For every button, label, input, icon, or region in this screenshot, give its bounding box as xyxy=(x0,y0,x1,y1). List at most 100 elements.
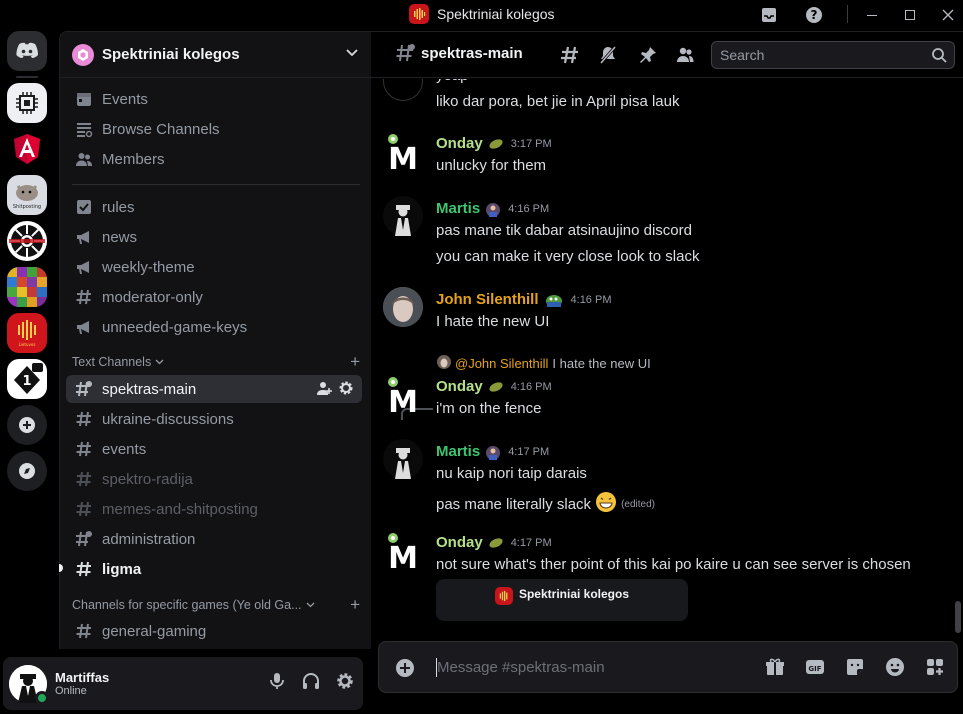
message-author[interactable]: Onday xyxy=(436,378,483,395)
home-discord-icon[interactable] xyxy=(7,31,47,71)
user-panel: Martiffas Online xyxy=(3,657,363,710)
channel-news[interactable]: news xyxy=(66,223,362,251)
svg-text:M: M xyxy=(388,385,418,414)
message-input[interactable]: Message #spektras-main xyxy=(437,659,605,676)
sidebar-divider xyxy=(72,184,360,185)
gift-icon[interactable] xyxy=(765,657,785,682)
threads-icon[interactable] xyxy=(560,45,580,70)
gear-icon[interactable] xyxy=(338,380,354,400)
hash-icon xyxy=(74,559,94,579)
channel-moderator-only[interactable]: moderator-only xyxy=(66,283,362,311)
server-empire-icon[interactable] xyxy=(7,221,47,261)
svg-text:GIF: GIF xyxy=(808,665,821,673)
channel-unneeded-game-keys[interactable]: unneeded-game-keys xyxy=(66,313,362,341)
maximize-icon[interactable] xyxy=(899,4,921,26)
category-text-channels[interactable]: Text Channels + xyxy=(72,352,360,372)
avatar[interactable] xyxy=(383,439,423,479)
svg-text:M: M xyxy=(388,142,418,171)
channel-events[interactable]: events xyxy=(66,435,362,463)
channel-general-gaming[interactable]: general-gaming xyxy=(66,617,362,645)
channel-label: moderator-only xyxy=(102,288,203,306)
avatar[interactable]: M xyxy=(383,530,423,576)
add-channel-icon[interactable]: + xyxy=(350,352,360,372)
avatar[interactable]: M xyxy=(383,131,423,177)
emoji-icon[interactable] xyxy=(885,657,905,682)
sticker-icon[interactable] xyxy=(845,657,865,682)
category-games[interactable]: Channels for specific games (Ye old Ga..… xyxy=(72,595,360,615)
invite-icon[interactable] xyxy=(316,380,332,400)
channel-label: news xyxy=(102,228,138,246)
message-header: Onday 4:17 PM xyxy=(436,534,552,551)
message-timestamp: 4:16 PM xyxy=(508,202,550,215)
headphones-icon[interactable] xyxy=(301,671,321,696)
scrollbar[interactable] xyxy=(955,601,961,633)
guild-header[interactable]: Spektriniai kolegos xyxy=(60,32,371,78)
message-author[interactable]: Onday xyxy=(436,534,483,551)
server-shitposting-icon[interactable]: Shitposting xyxy=(7,175,47,215)
channel-label: events xyxy=(102,440,147,458)
avatar[interactable]: M xyxy=(383,374,423,420)
title-separator xyxy=(847,5,848,23)
server-badge-icon[interactable]: 1 xyxy=(7,359,47,399)
user-settings-icon[interactable] xyxy=(335,671,355,696)
edited-marker: (edited) xyxy=(621,498,655,510)
inbox-icon[interactable] xyxy=(758,4,780,26)
server-angular-icon[interactable] xyxy=(7,129,47,169)
server-chip-icon[interactable] xyxy=(7,83,47,123)
pin-icon[interactable] xyxy=(638,45,658,70)
sidebar-item-members[interactable]: Members xyxy=(66,145,362,173)
avatar-badge-icon xyxy=(485,445,501,460)
chevron-down-icon xyxy=(306,598,315,612)
microphone-icon[interactable] xyxy=(267,671,287,696)
channel-administration[interactable]: administration xyxy=(66,525,362,553)
message-author[interactable]: Martis xyxy=(436,443,480,460)
channel-label: spektras-main xyxy=(102,380,197,398)
server-lietuvos-icon[interactable]: Lietuvos xyxy=(7,313,47,353)
message-author[interactable]: John Silenthill xyxy=(436,291,539,308)
channel-title: spektras-main xyxy=(421,45,523,62)
gif-icon[interactable]: GIF xyxy=(805,657,825,682)
window-title-text: Spektriniai kolegos xyxy=(437,6,555,22)
channel-label: ligma xyxy=(102,560,142,578)
channel-rules[interactable]: rules xyxy=(66,193,362,221)
channel-ukraine-discussions[interactable]: ukraine-discussions xyxy=(66,405,362,433)
server-logo-icon xyxy=(409,4,429,24)
message-author[interactable]: Onday xyxy=(436,135,483,152)
channel-memes-and-shitposting[interactable]: memes-and-shitposting xyxy=(66,495,362,523)
sidebar-item-events[interactable]: Events xyxy=(66,85,362,113)
message-timestamp: 4:17 PM xyxy=(508,445,550,458)
svg-text:?: ? xyxy=(811,8,818,22)
discover-icon[interactable] xyxy=(7,451,47,491)
channel-spektro-radija[interactable]: spektro-radija xyxy=(66,465,362,493)
members-icon xyxy=(74,149,94,169)
search-input[interactable]: Search xyxy=(711,41,955,69)
leaf-badge-icon xyxy=(488,137,504,151)
add-attachment-icon[interactable] xyxy=(395,658,415,683)
channel-label: general-gaming xyxy=(102,622,207,640)
help-icon[interactable]: ? xyxy=(803,4,825,26)
message-composer[interactable]: Message #spektras-main GIF xyxy=(378,641,958,693)
reply-reference[interactable]: @John Silenthill I hate the new UI xyxy=(437,355,651,372)
channel-weekly-theme[interactable]: weekly-theme xyxy=(66,253,362,281)
notification-muted-icon[interactable] xyxy=(598,45,618,70)
sidebar-item-browse-channels[interactable]: Browse Channels xyxy=(66,115,362,143)
leaf-badge-icon xyxy=(488,380,504,394)
avatar[interactable] xyxy=(383,196,423,236)
message-timestamp: 4:17 PM xyxy=(510,536,552,549)
avatar[interactable] xyxy=(383,287,423,327)
add-server-icon[interactable] xyxy=(7,405,47,445)
message-line: pas mane literally slack (edited) xyxy=(436,491,655,517)
guild-name: Spektriniai kolegos xyxy=(102,46,240,63)
add-channel-icon[interactable]: + xyxy=(350,595,360,615)
close-icon[interactable] xyxy=(937,4,959,26)
channel-ligma[interactable]: ligma xyxy=(66,555,362,583)
avatar[interactable] xyxy=(9,664,49,705)
message-author[interactable]: Martis xyxy=(436,200,480,217)
channel-spektras-main[interactable]: spektras-main xyxy=(66,375,362,403)
server-embed[interactable]: Spektriniai kolegos xyxy=(436,579,688,621)
members-list-icon[interactable] xyxy=(675,45,695,70)
server-pixels-icon[interactable] xyxy=(7,267,47,307)
chevron-down-icon[interactable] xyxy=(345,45,359,64)
minimize-icon[interactable] xyxy=(861,4,883,26)
apps-icon[interactable] xyxy=(925,657,945,682)
